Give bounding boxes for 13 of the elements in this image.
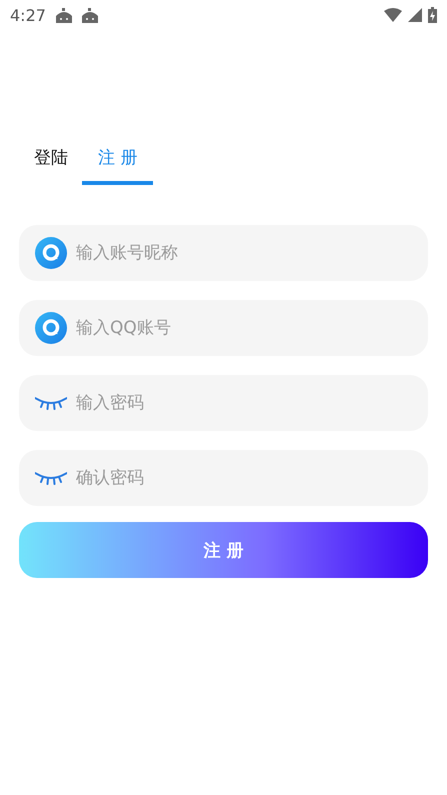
android-notification-icon bbox=[54, 6, 74, 24]
input-field[interactable]: 输入密码 bbox=[19, 375, 428, 431]
register-button[interactable]: 注 册 bbox=[19, 522, 428, 578]
battery-icon bbox=[428, 7, 437, 23]
input-field[interactable]: 输入账号昵称 bbox=[19, 225, 428, 281]
tab[interactable]: 注 册 bbox=[82, 140, 154, 185]
tab[interactable]: 登陆 bbox=[20, 140, 82, 185]
input-field[interactable]: 输入QQ账号 bbox=[19, 300, 428, 356]
input-field[interactable]: 确认密码 bbox=[19, 450, 428, 506]
status-time: 4:27 bbox=[10, 6, 46, 24]
wifi-icon bbox=[384, 8, 402, 22]
signal-icon bbox=[408, 8, 422, 22]
android-notification-icon bbox=[80, 6, 100, 24]
